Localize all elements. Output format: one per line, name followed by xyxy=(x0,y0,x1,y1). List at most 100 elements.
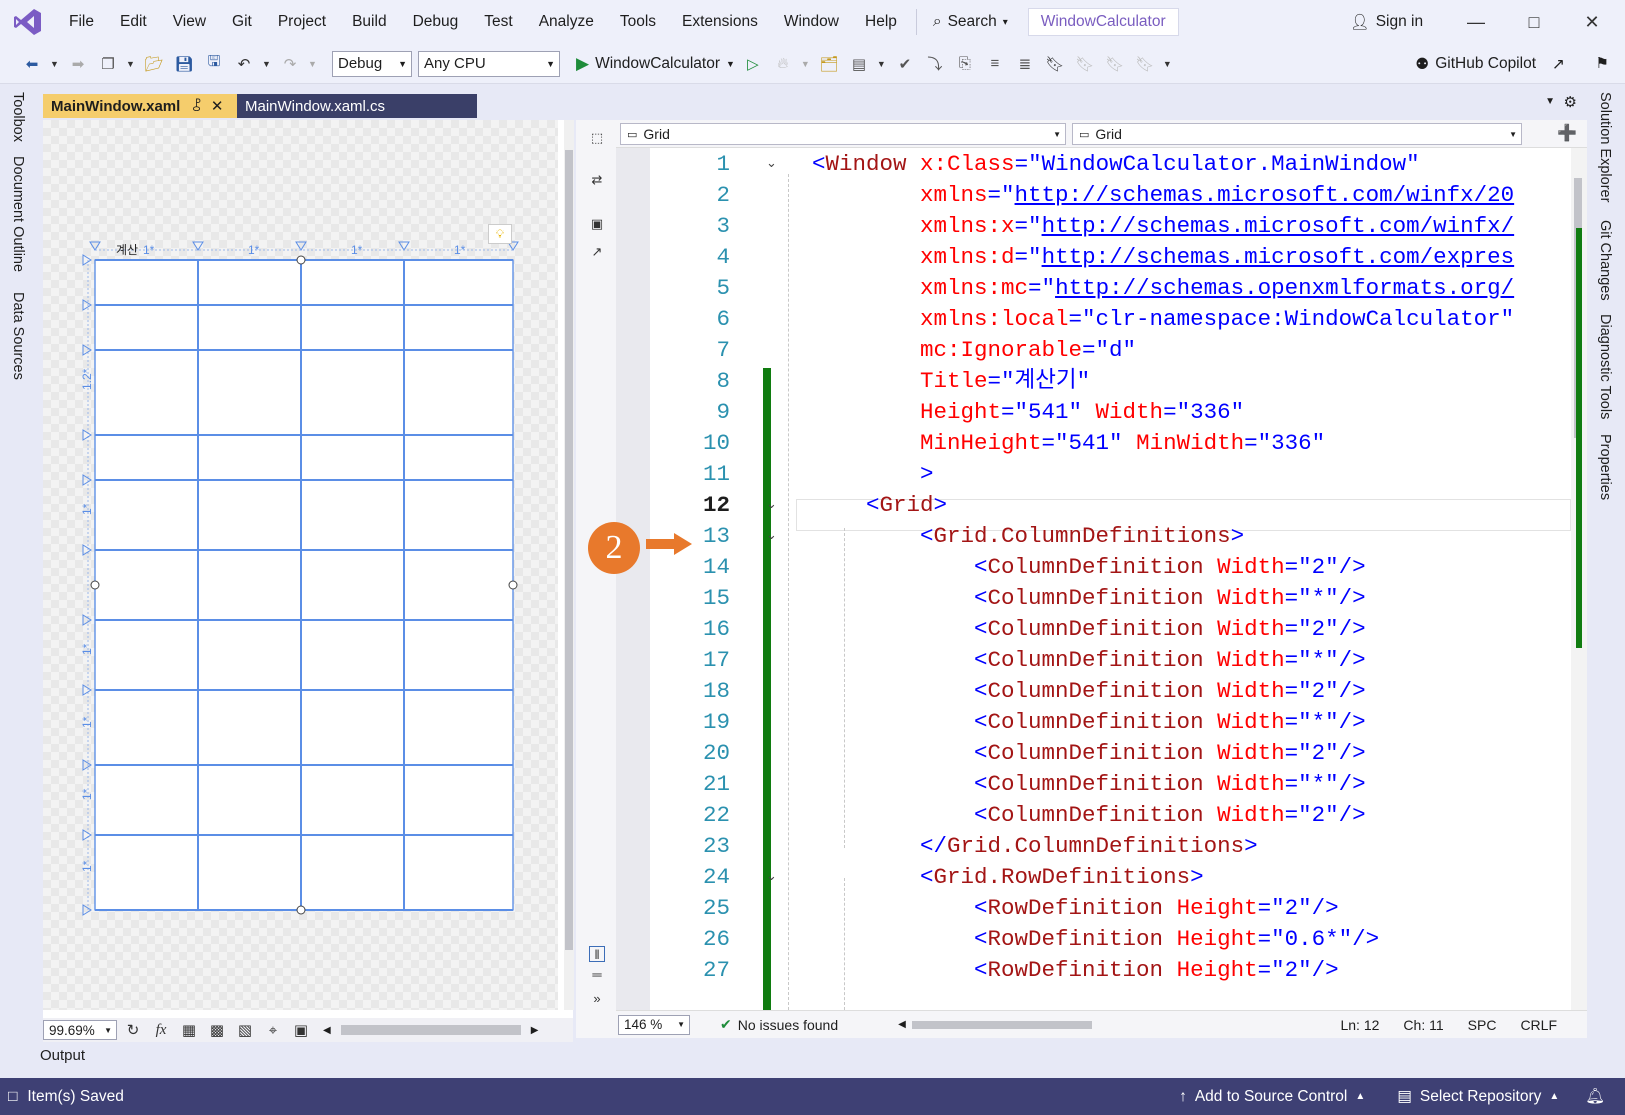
editor-scrollbar[interactable] xyxy=(1571,148,1587,1010)
menu-file[interactable]: File xyxy=(56,0,107,44)
toolbox-tab[interactable]: Toolbox xyxy=(10,92,26,142)
scroll-left-icon[interactable]: ◀ xyxy=(323,1025,331,1036)
copy-icon[interactable]: ⎘ xyxy=(953,52,977,76)
code-line[interactable]: 21 <ColumnDefinition Width="*"/> xyxy=(616,768,1571,800)
forward-navigation-icon[interactable]: ➡ xyxy=(66,52,90,76)
bell-icon[interactable]: 🔔︎ xyxy=(1585,1087,1605,1106)
menu-debug[interactable]: Debug xyxy=(400,0,472,44)
next-bookmark-icon[interactable]: 🔖︎ xyxy=(1103,52,1127,76)
chevron-down-icon[interactable]: ▼ xyxy=(50,59,60,69)
menu-view[interactable]: View xyxy=(160,0,219,44)
grid-preview[interactable]: 1* 1* 1* 1* 계산 1.2* 1* 1* 1* 1* 1* xyxy=(43,120,558,1010)
code-line[interactable]: 13 ⌄ <Grid.ColumnDefinitions> xyxy=(616,520,1571,552)
split-editor-icon[interactable]: ➕ xyxy=(1557,123,1577,143)
platform-dropdown[interactable]: Any CPU ▼ xyxy=(418,50,560,77)
scroll-thumb[interactable] xyxy=(565,150,573,950)
horizontal-scrollbar[interactable] xyxy=(340,1025,521,1035)
scroll-left-icon[interactable]: ◀ xyxy=(898,1019,906,1030)
diagnostic-tools-tab[interactable]: Diagnostic Tools xyxy=(1597,314,1613,419)
bookmark-icon[interactable]: 🔖︎ xyxy=(1043,52,1067,76)
menu-git[interactable]: Git xyxy=(219,0,265,44)
code-line[interactable]: 4 xmlns:d="http://schemas.microsoft.com/… xyxy=(616,241,1571,273)
code-area[interactable]: 1 ⌄ <Window x:Class="WindowCalculator.Main… xyxy=(616,148,1571,1010)
comment-icon[interactable]: ≡ xyxy=(983,52,1007,76)
code-line[interactable]: 15 <ColumnDefinition Width="*"/> xyxy=(616,582,1571,614)
menu-edit[interactable]: Edit xyxy=(107,0,160,44)
back-navigation-icon[interactable]: ⬅ xyxy=(20,52,44,76)
menu-analyze[interactable]: Analyze xyxy=(526,0,607,44)
github-copilot-button[interactable]: ⚉ GitHub Copilot ↗ xyxy=(1415,44,1565,84)
device-icon[interactable]: ▣ xyxy=(289,1018,313,1042)
tab-mainwindow-xaml-cs[interactable]: MainWindow.xaml.cs xyxy=(237,94,477,118)
code-line[interactable]: 5 xmlns:mc="http://schemas.openxmlformat… xyxy=(616,272,1571,304)
clear-bookmarks-icon[interactable]: 🔖︎ xyxy=(1133,52,1157,76)
step-icon[interactable]: ⤵ xyxy=(923,52,947,76)
output-tab[interactable]: Output xyxy=(40,1047,85,1064)
code-line[interactable]: 23 </Grid.ColumnDefinitions> xyxy=(616,830,1571,862)
gear-icon[interactable]: ⚙ xyxy=(1564,93,1577,111)
code-line[interactable]: 19 <ColumnDefinition Width="*"/> xyxy=(616,706,1571,738)
code-line[interactable]: 10 MinHeight="541" MinWidth="336" xyxy=(616,427,1571,459)
configuration-dropdown[interactable]: Debug ▼ xyxy=(332,50,412,77)
menu-window[interactable]: Window xyxy=(771,0,852,44)
chevron-down-icon[interactable]: ▼ xyxy=(801,59,811,69)
solution-explorer-tab[interactable]: Solution Explorer xyxy=(1597,92,1613,202)
collapse-chevron-icon[interactable]: ⌄ xyxy=(766,520,777,552)
save-all-icon[interactable]: 🖫︎ xyxy=(202,52,226,76)
tab-mainwindow-xaml[interactable]: MainWindow.xaml ⯛ ✕ xyxy=(43,94,239,118)
nav-right-dropdown[interactable]: ▭ Grid ▼ xyxy=(1072,123,1522,145)
collapse-chevron-icon[interactable]: ⌄ xyxy=(766,489,777,521)
code-line[interactable]: 17 <ColumnDefinition Width="*"/> xyxy=(616,644,1571,676)
sign-in-button[interactable]: 👤︎ Sign in xyxy=(1350,0,1423,44)
search-box[interactable]: ⌕ Search ▾ xyxy=(923,7,1018,37)
open-folder-icon[interactable]: 📂︎ xyxy=(142,52,166,76)
code-line[interactable]: 27 <RowDefinition Height="2"/> xyxy=(616,954,1571,986)
select-icon[interactable]: ⬚ xyxy=(589,130,605,146)
code-line[interactable]: 2 xmlns="http://schemas.microsoft.com/wi… xyxy=(616,179,1571,211)
chevron-down-icon[interactable]: ▼ xyxy=(308,59,318,69)
editor-zoom[interactable]: 146 % ▼ xyxy=(618,1014,690,1035)
close-window-button[interactable]: ✕ xyxy=(1563,0,1621,44)
designer-zoom[interactable]: 99.69% ▼ xyxy=(43,1020,117,1040)
uncomment-icon[interactable]: ≣ xyxy=(1013,52,1037,76)
menu-extensions[interactable]: Extensions xyxy=(669,0,771,44)
redo-icon[interactable]: ↷ xyxy=(278,52,302,76)
code-line[interactable]: 18 <ColumnDefinition Width="2"/> xyxy=(616,675,1571,707)
code-line[interactable]: 1 ⌄ <Window x:Class="WindowCalculator.Main… xyxy=(616,148,1571,180)
horizontal-split-icon[interactable]: ‖ xyxy=(589,946,605,962)
code-line[interactable]: 26 <RowDefinition Height="0.6*"/> xyxy=(616,923,1571,955)
share-icon[interactable]: ↗ xyxy=(1552,55,1565,74)
lightbulb-button[interactable]: 💡︎ xyxy=(488,224,512,244)
collapse-chevron-icon[interactable]: ⌄ xyxy=(766,861,777,893)
add-to-source-control-button[interactable]: Add to Source Control xyxy=(1195,1088,1348,1106)
chevron-down-icon[interactable]: ▼ xyxy=(126,59,136,69)
checker-icon[interactable]: ▧ xyxy=(233,1018,257,1042)
menu-help[interactable]: Help xyxy=(852,0,910,44)
properties-tab[interactable]: Properties xyxy=(1597,434,1613,500)
snap-lines-icon[interactable]: ⌖ xyxy=(261,1018,285,1042)
popout-icon[interactable]: ↗ xyxy=(589,244,605,260)
undo-icon[interactable]: ↶ xyxy=(232,52,256,76)
refresh-icon[interactable]: ↻ xyxy=(121,1018,145,1042)
hot-reload-icon[interactable]: 🔥︎ xyxy=(771,52,795,76)
tab-overflow-icon[interactable]: ▼ xyxy=(1545,96,1555,107)
save-icon[interactable]: 💾︎ xyxy=(172,52,196,76)
column-indicator[interactable]: Ch: 11 xyxy=(1403,1017,1443,1033)
swap-panes-icon[interactable]: ⇄ xyxy=(589,172,605,188)
folder-view-icon[interactable]: 🗂︎ xyxy=(817,52,841,76)
document-outline-tab[interactable]: Document Outline xyxy=(10,156,26,272)
effects-icon[interactable]: fx xyxy=(149,1018,173,1042)
code-line[interactable]: 20 <ColumnDefinition Width="2"/> xyxy=(616,737,1571,769)
designer-scrollbar[interactable] xyxy=(564,120,574,1010)
snap-grid-icon[interactable]: ▩ xyxy=(205,1018,229,1042)
code-line[interactable]: 11 > xyxy=(616,458,1571,490)
line-ending-indicator[interactable]: CRLF xyxy=(1520,1017,1557,1033)
collapse-pane-icon[interactable]: » xyxy=(589,990,605,1006)
menu-project[interactable]: Project xyxy=(265,0,339,44)
menu-tools[interactable]: Tools xyxy=(607,0,669,44)
line-indicator[interactable]: Ln: 12 xyxy=(1340,1017,1379,1033)
code-line[interactable]: 22 <ColumnDefinition Width="2"/> xyxy=(616,799,1571,831)
select-repository-button[interactable]: Select Repository xyxy=(1420,1088,1541,1106)
minimize-button[interactable]: — xyxy=(1447,0,1505,44)
collapse-chevron-icon[interactable]: ⌄ xyxy=(766,148,777,180)
